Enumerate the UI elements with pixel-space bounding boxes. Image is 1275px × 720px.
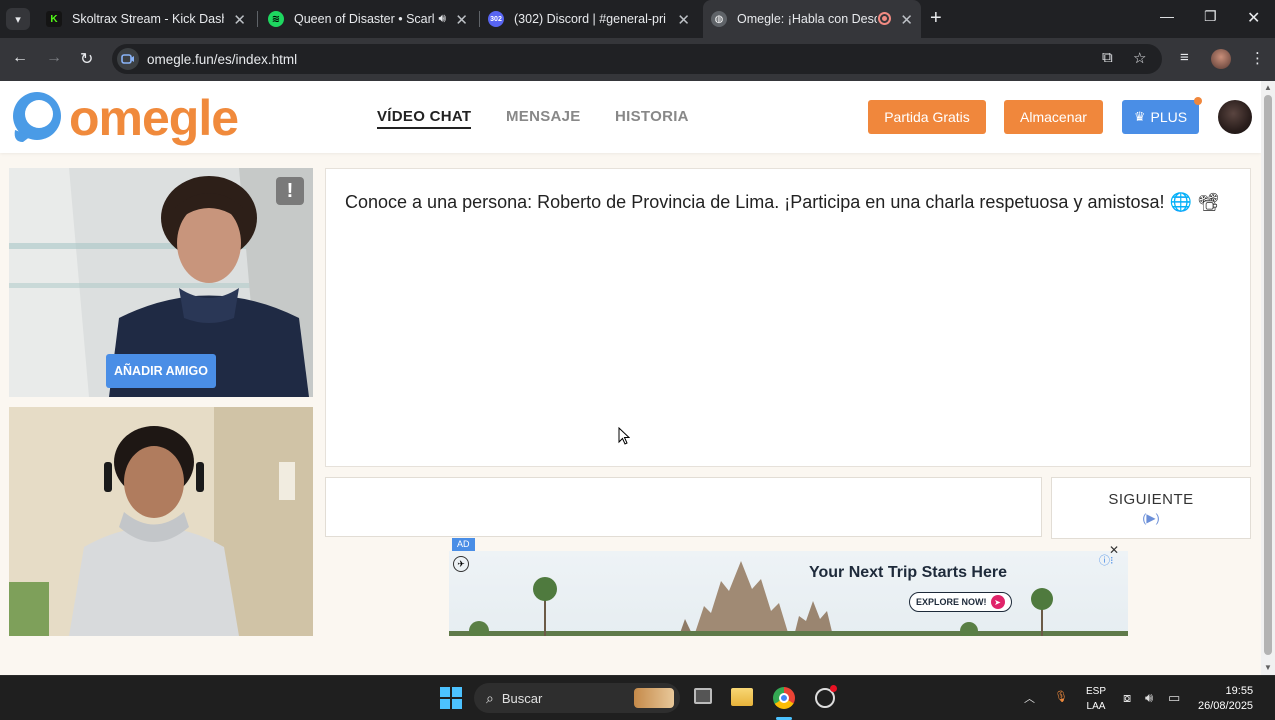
system-clock[interactable]: 19:55 26/08/2025 (1198, 684, 1253, 714)
nav-history[interactable]: HISTORIA (615, 108, 689, 125)
ad-banner[interactable]: ✈ Your Next Trip Starts Here EXPLORE NOW… (449, 551, 1128, 636)
report-button[interactable]: ! (276, 177, 304, 205)
obs-recording-dot (830, 685, 837, 692)
tab-title: Omegle: ¡Habla con Descon (737, 12, 877, 26)
globe-icon: ◍ (711, 11, 727, 27)
profile-avatar-icon[interactable] (1211, 49, 1231, 69)
nav-video-chat[interactable]: VÍDEO CHAT (377, 108, 472, 129)
taskbar-search[interactable]: ⌕ Buscar (474, 683, 680, 713)
tab-kick[interactable]: K Skoltrax Stream - Kick Dashboa ✕ (38, 0, 254, 38)
tray-overflow-icon[interactable]: ︿ (1024, 690, 1035, 706)
forward-icon[interactable]: → (46, 49, 62, 67)
tab-title: Queen of Disaster • Scarlett (294, 12, 434, 26)
free-game-button[interactable]: Partida Gratis (868, 100, 986, 134)
message-input[interactable] (325, 477, 1042, 537)
close-window-icon[interactable]: ✕ (1247, 8, 1260, 28)
search-highlight-icon (634, 688, 674, 708)
recording-icon (878, 12, 891, 25)
network-icon[interactable]: ⧇ (1123, 690, 1131, 706)
volume-icon[interactable]: 🔊︎ (1145, 690, 1153, 706)
scrollbar-thumb[interactable] (1264, 95, 1272, 655)
minimize-icon[interactable]: — (1160, 8, 1174, 24)
restore-icon[interactable]: ❐ (1204, 8, 1217, 25)
next-button[interactable]: SIGUIENTE (▶) (1051, 477, 1251, 539)
add-friend-button[interactable]: AÑADIR AMIGO (106, 354, 216, 388)
tab-title: (302) Discord | #general-princip (514, 12, 666, 26)
address-bar[interactable]: omegle.fun/es/index.html (112, 44, 1162, 74)
url-text[interactable]: omegle.fun/es/index.html (147, 52, 297, 67)
next-button-label: SIGUIENTE (1108, 491, 1194, 508)
nav-message[interactable]: MENSAJE (506, 108, 581, 125)
send-arrow-icon: ➤ (990, 595, 1005, 609)
ad-brand-icon: ✈ (453, 556, 469, 572)
browser-tab-bar: ▾ K Skoltrax Stream - Kick Dashboa ✕ ≋ Q… (0, 0, 1275, 38)
tab-discord[interactable]: 302 (302) Discord | #general-princip ✕ (482, 0, 698, 38)
media-control-icon[interactable]: ≡ (1180, 49, 1189, 66)
ad-info-icon[interactable]: ⓘ⁝ (1099, 552, 1114, 568)
stranger-video: ! AÑADIR AMIGO (9, 168, 313, 397)
tab-omegle[interactable]: ◍ Omegle: ¡Habla con Descon ✕ (703, 0, 921, 38)
battery-icon[interactable]: ▭ (1168, 690, 1180, 706)
tab-spotify[interactable]: ≋ Queen of Disaster • Scarlett 🔊︎ ✕ (260, 0, 476, 38)
clock-date: 26/08/2025 (1198, 700, 1254, 712)
clock-time: 19:55 (1225, 685, 1254, 697)
plus-label: PLUS (1150, 109, 1188, 125)
scroll-down-arrow-icon[interactable]: ▼ (1264, 663, 1272, 672)
self-video (9, 407, 313, 636)
scroll-up-arrow-icon[interactable]: ▲ (1264, 83, 1272, 92)
audio-playing-icon[interactable]: 🔊︎ (438, 11, 446, 26)
mouse-cursor-icon (618, 427, 630, 445)
ad-cta-button[interactable]: EXPLORE NOW! ➤ (909, 592, 1012, 612)
chat-log: Conoce a una persona: Roberto de Provinc… (325, 168, 1251, 467)
ad-scene (449, 561, 1128, 636)
chat-system-message: Conoce a una persona: Roberto de Provinc… (345, 192, 1220, 212)
spotify-icon: ≋ (268, 11, 284, 27)
file-explorer-icon[interactable] (731, 688, 753, 706)
bookmark-star-icon[interactable]: ☆ (1133, 49, 1146, 67)
tab-title: Skoltrax Stream - Kick Dashboa (72, 12, 224, 26)
plus-button[interactable]: ♛ PLUS (1122, 100, 1199, 134)
notification-dot (1194, 97, 1202, 105)
chrome-icon[interactable] (773, 687, 795, 709)
back-icon[interactable]: ← (12, 49, 28, 67)
ad-headline: Your Next Trip Starts Here (809, 564, 1007, 581)
browser-menu-icon[interactable]: ⋮ (1250, 49, 1265, 67)
browser-toolbar: ← → ↻ omegle.fun/es/index.html ⧉ ☆ ≡ ⋮ (0, 38, 1275, 81)
close-tab-icon[interactable]: ✕ (900, 11, 913, 29)
reload-icon[interactable]: ↻ (80, 49, 93, 69)
windows-taskbar: ⌕ Buscar ︿ 🎙︎ ESP LAA ⧇ 🔊︎ ▭ 19:55 26/08… (0, 675, 1275, 720)
kick-icon: K (46, 11, 62, 27)
site-header: omegle VÍDEO CHAT MENSAJE HISTORIA Parti… (0, 81, 1261, 153)
page-scrollbar[interactable]: ▲ ▼ (1261, 81, 1275, 675)
microphone-icon[interactable]: 🎙︎ (1054, 690, 1068, 703)
tab-search-button[interactable]: ▾ (6, 8, 30, 30)
language-indicator[interactable]: ESP LAA (1086, 684, 1106, 714)
task-view-icon[interactable] (694, 688, 712, 704)
ad-label: AD (452, 538, 475, 551)
omegle-logo-icon (13, 92, 61, 142)
windows-start-icon[interactable] (440, 687, 462, 709)
close-tab-icon[interactable]: ✕ (455, 11, 468, 29)
crown-icon: ♛ (1133, 109, 1146, 124)
keyboard-layout: LAA (1086, 701, 1106, 712)
close-tab-icon[interactable]: ✕ (233, 11, 246, 29)
ad-cta-label: EXPLORE NOW! (916, 597, 987, 607)
page: omegle VÍDEO CHAT MENSAJE HISTORIA Parti… (0, 81, 1261, 675)
self-video-frame (9, 407, 313, 636)
discord-icon: 302 (488, 11, 504, 27)
language-code: ESP (1086, 686, 1107, 697)
user-avatar[interactable] (1218, 100, 1252, 134)
search-icon: ⌕ (486, 689, 494, 706)
taskbar-search-label: Buscar (501, 690, 543, 706)
logo-text: omegle (69, 90, 239, 146)
site-info-icon[interactable] (117, 48, 139, 70)
install-app-icon[interactable]: ⧉ (1102, 49, 1113, 66)
store-button[interactable]: Almacenar (1004, 100, 1103, 134)
omegle-logo[interactable]: omegle (9, 90, 239, 146)
next-button-shortcut: (▶) (1142, 511, 1160, 525)
new-tab-button[interactable]: + (930, 7, 942, 30)
close-tab-icon[interactable]: ✕ (677, 11, 690, 29)
